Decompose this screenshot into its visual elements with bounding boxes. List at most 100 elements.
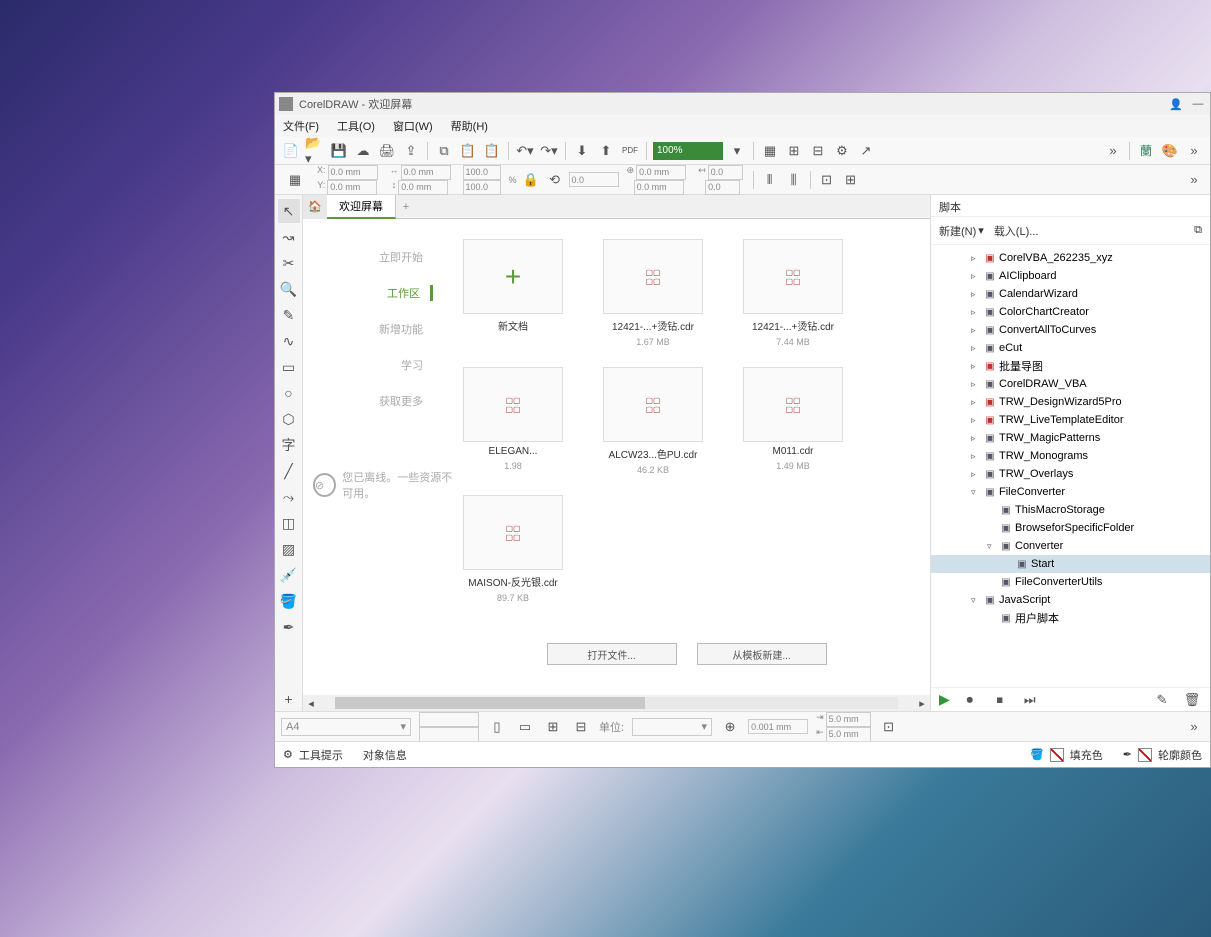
tree-toggle-icon[interactable]: ▹ bbox=[971, 469, 981, 480]
nav-workspace[interactable]: 工作区 bbox=[313, 285, 433, 301]
horizontal-scrollbar[interactable]: ◂ ▸ bbox=[303, 695, 930, 711]
tree-toggle-icon[interactable]: ▹ bbox=[971, 415, 981, 426]
dimension-tool-icon[interactable]: ╱ bbox=[278, 459, 300, 483]
add-tool-icon[interactable]: + bbox=[278, 687, 300, 711]
tree-toggle-icon[interactable]: ▿ bbox=[987, 541, 997, 552]
new-doc-icon[interactable]: 📄 bbox=[281, 141, 301, 161]
tree-toggle-icon[interactable]: ▹ bbox=[971, 253, 981, 264]
recent-file-tile[interactable]: ▢▢▢▢MAISON-反光银.cdr89.7 KB bbox=[453, 495, 573, 603]
recent-file-tile[interactable]: ▢▢▢▢ALCW23...色PU.cdr46.2 KB bbox=[593, 367, 713, 475]
scripts-tree[interactable]: ▹▣CorelVBA_262235_xyz▹▣AIClipboard▹▣Cale… bbox=[931, 245, 1210, 687]
curve-tool-icon[interactable]: ∿ bbox=[278, 329, 300, 353]
tree-toggle-icon[interactable]: ▹ bbox=[971, 343, 981, 354]
dup-y-input[interactable]: 5.0 mm bbox=[826, 727, 871, 742]
ellipse-tool-icon[interactable]: ○ bbox=[278, 381, 300, 405]
tree-toggle-icon[interactable]: ▹ bbox=[971, 307, 981, 318]
group-icon[interactable]: ⊞ bbox=[841, 170, 861, 190]
tree-item[interactable]: ▣ThisMacroStorage bbox=[931, 501, 1210, 519]
launch-icon[interactable]: ↗ bbox=[856, 141, 876, 161]
scripts-copy-icon[interactable]: ⧉ bbox=[1194, 224, 1202, 237]
outline-swatch[interactable] bbox=[1138, 748, 1152, 762]
overflow3-icon[interactable]: » bbox=[1184, 170, 1204, 190]
text-tool-icon[interactable]: 字 bbox=[278, 433, 300, 457]
rectangle-tool-icon[interactable]: ▭ bbox=[278, 355, 300, 379]
tree-item[interactable]: ▣用户脚本 bbox=[931, 609, 1210, 627]
transparency-tool-icon[interactable]: ▨ bbox=[278, 537, 300, 561]
align-icon[interactable]: ⊟ bbox=[808, 141, 828, 161]
add-tab-button[interactable]: + bbox=[396, 197, 416, 217]
overflow4-icon[interactable]: » bbox=[1184, 717, 1204, 737]
gear-icon[interactable]: ⚙ bbox=[283, 748, 293, 761]
fill-bucket-icon[interactable]: 🪣 bbox=[1030, 748, 1044, 761]
step-icon[interactable]: ⏭ bbox=[1020, 690, 1040, 710]
scripts-new-button[interactable]: 新建(N)▾ bbox=[939, 223, 984, 239]
stop-icon[interactable]: ⏹ bbox=[990, 690, 1010, 710]
tree-item[interactable]: ▹▣TRW_Monograms bbox=[931, 447, 1210, 465]
align-tool-icon[interactable]: ⫴ bbox=[760, 170, 780, 190]
print-icon[interactable]: 🖨 bbox=[377, 141, 397, 161]
tree-item[interactable]: ▹▣CalendarWizard bbox=[931, 285, 1210, 303]
tree-item[interactable]: ▹▣TRW_DesignWizard5Pro bbox=[931, 393, 1210, 411]
tree-item[interactable]: ▹▣CorelVBA_262235_xyz bbox=[931, 249, 1210, 267]
shape-tool-icon[interactable]: ↝ bbox=[278, 225, 300, 249]
overflow2-icon[interactable]: » bbox=[1184, 141, 1204, 161]
tree-toggle-icon[interactable]: ▹ bbox=[971, 433, 981, 444]
paste-icon[interactable]: 📋 bbox=[458, 141, 478, 161]
outline-pen-icon[interactable]: ✒ bbox=[1123, 748, 1132, 761]
menu-help[interactable]: 帮助(H) bbox=[451, 118, 488, 134]
tree-item[interactable]: ▣Start bbox=[931, 555, 1210, 573]
tree-toggle-icon[interactable]: ▹ bbox=[971, 289, 981, 300]
tree-item[interactable]: ▿▣JavaScript bbox=[931, 591, 1210, 609]
tree-item[interactable]: ▹▣批量导图 bbox=[931, 357, 1210, 375]
tree-item[interactable]: ▿▣Converter bbox=[931, 537, 1210, 555]
nav-whatsnew[interactable]: 新增功能 bbox=[313, 321, 433, 337]
order-icon[interactable]: ⊡ bbox=[817, 170, 837, 190]
tree-item[interactable]: ▹▣ConvertAllToCurves bbox=[931, 321, 1210, 339]
delete-script-icon[interactable]: 🗑 bbox=[1182, 690, 1202, 710]
pdf-icon[interactable]: PDF bbox=[620, 141, 640, 161]
eyedropper-tool-icon[interactable]: 💉 bbox=[278, 563, 300, 587]
nav-learn[interactable]: 学习 bbox=[313, 357, 433, 373]
options-icon[interactable]: ⚙ bbox=[832, 141, 852, 161]
undo-icon[interactable]: ↶▾ bbox=[515, 141, 535, 161]
page-width-input[interactable] bbox=[419, 712, 479, 727]
record-icon[interactable]: ⏺ bbox=[960, 690, 980, 710]
page-height-input[interactable] bbox=[419, 727, 479, 742]
snap-icon[interactable]: ⊞ bbox=[784, 141, 804, 161]
overflow-icon[interactable]: » bbox=[1103, 141, 1123, 161]
color-wheel-icon[interactable]: 🎨 bbox=[1160, 141, 1180, 161]
lock-ratio-icon[interactable]: 🔒 bbox=[521, 170, 541, 190]
page-options-icon[interactable]: ⊡ bbox=[879, 717, 899, 737]
tree-item[interactable]: ▣BrowseforSpecificFolder bbox=[931, 519, 1210, 537]
page-layout-icon[interactable]: ⊞ bbox=[543, 717, 563, 737]
nudge-input[interactable]: 0.001 mm bbox=[748, 719, 808, 734]
cloud-icon[interactable]: ☁ bbox=[353, 141, 373, 161]
grid-tool-icon[interactable]: ▦ bbox=[285, 170, 305, 190]
lan-icon[interactable]: 蘭 bbox=[1136, 141, 1156, 161]
recent-file-tile[interactable]: ▢▢▢▢M011.cdr1.49 MB bbox=[733, 367, 853, 475]
paper-size-select[interactable]: A4▾ bbox=[281, 718, 411, 736]
export2-icon[interactable]: ⬆ bbox=[596, 141, 616, 161]
edit-script-icon[interactable]: ✎ bbox=[1152, 690, 1172, 710]
py-input[interactable]: 0.0 bbox=[705, 180, 740, 195]
fill-tool-icon[interactable]: 🪣 bbox=[278, 589, 300, 613]
export-icon[interactable]: ⇪ bbox=[401, 141, 421, 161]
rotate-icon[interactable]: ⟲ bbox=[545, 170, 565, 190]
connector-tool-icon[interactable]: ⤳ bbox=[278, 485, 300, 509]
tree-item[interactable]: ▣FileConverterUtils bbox=[931, 573, 1210, 591]
freehand-tool-icon[interactable]: ✎ bbox=[278, 303, 300, 327]
copy-icon[interactable]: ⧉ bbox=[434, 141, 454, 161]
oy-input[interactable]: 0.0 mm bbox=[634, 180, 684, 195]
zoom-dropdown-icon[interactable]: ▾ bbox=[727, 141, 747, 161]
menu-file[interactable]: 文件(F) bbox=[283, 118, 319, 134]
scripts-load-button[interactable]: 载入(L)... bbox=[994, 223, 1039, 239]
recent-file-tile[interactable]: ▢▢▢▢12421-...+烫钻.cdr1.67 MB bbox=[593, 239, 713, 347]
grid-icon[interactable]: ▦ bbox=[760, 141, 780, 161]
tree-item[interactable]: ▹▣CorelDRAW_VBA bbox=[931, 375, 1210, 393]
tree-toggle-icon[interactable]: ▹ bbox=[971, 325, 981, 336]
dup-x-input[interactable]: 5.0 mm bbox=[826, 712, 871, 727]
tree-toggle-icon[interactable]: ▹ bbox=[971, 397, 981, 408]
w-input[interactable]: 0.0 mm bbox=[401, 165, 451, 180]
recent-file-tile[interactable]: ▢▢▢▢12421-...+烫钻.cdr7.44 MB bbox=[733, 239, 853, 347]
outline-tool-icon[interactable]: ✒ bbox=[278, 615, 300, 639]
